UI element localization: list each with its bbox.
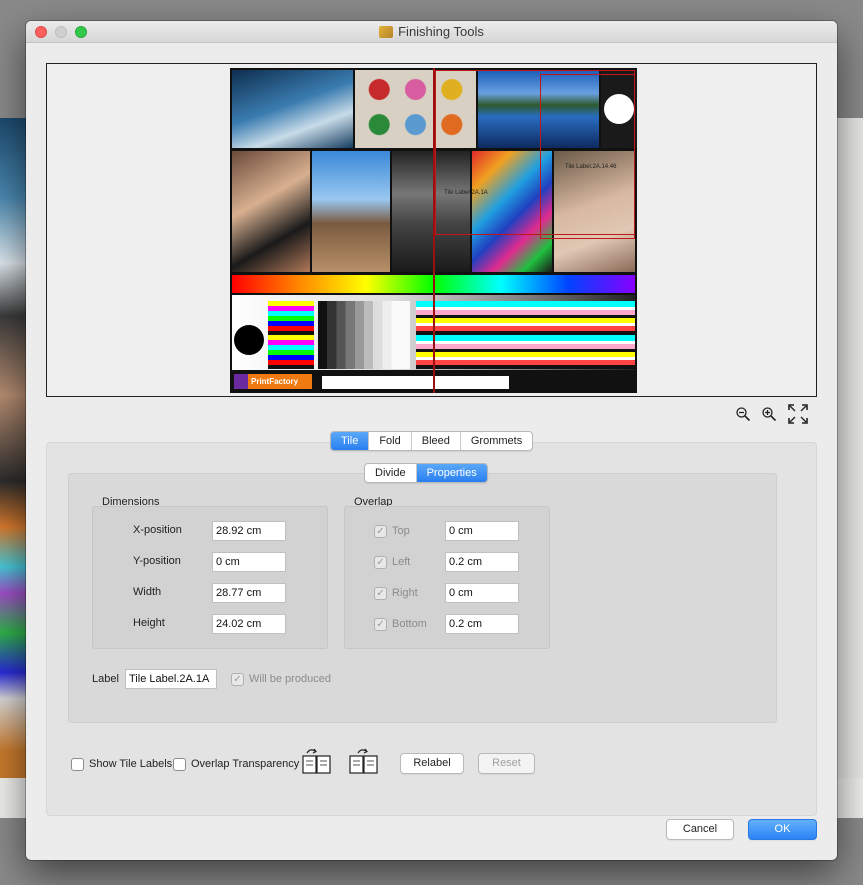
rotate-tiles-right-icon[interactable] [348,748,380,777]
printfactory-logo: PrintFactory [234,374,312,389]
will-be-produced-checkbox[interactable]: ✓ [231,673,244,686]
x-position-label: X-position [133,524,182,536]
overlap-bottom-field[interactable] [445,614,519,634]
reset-button[interactable]: Reset [478,753,535,774]
zoom-out-icon[interactable] [735,406,751,422]
background-thumbnail-strip [0,118,27,778]
print-sheet: PrintFactory Tile Label.2A.1A Tile Label… [230,68,637,393]
tab-divide[interactable]: Divide [365,464,417,482]
overlap-left-checkbox[interactable]: ✓ [374,556,387,569]
overlap-right-label: Right [392,587,418,599]
x-position-field[interactable] [212,521,286,541]
show-tile-labels-checkbox[interactable] [71,758,84,771]
fit-to-window-icon[interactable] [787,403,809,425]
sheet-label-strip [322,376,509,389]
image-shipwreck [312,151,390,272]
overlap-bottom-checkbox[interactable]: ✓ [374,618,387,631]
y-position-label: Y-position [133,555,181,567]
zoom-controls [735,403,809,425]
titlebar: Finishing Tools [26,21,837,43]
window-title: Finishing Tools [398,24,484,39]
overlap-top-checkbox[interactable]: ✓ [374,525,387,538]
image-snow-forest [232,70,353,148]
overlap-right-checkbox[interactable]: ✓ [374,587,387,600]
tab-tile[interactable]: Tile [331,432,370,450]
height-label: Height [133,617,165,629]
overlap-transparency-checkbox[interactable] [173,758,186,771]
cancel-button[interactable]: Cancel [666,819,734,840]
overlap-top-label: Top [392,525,410,537]
gray-step-wedge [318,301,410,369]
tile-label-marker: Tile Label.2A.1A [444,190,488,196]
image-couple [232,151,310,272]
dimensions-group [92,506,328,649]
app-icon [379,26,394,38]
overlap-bottom-label: Bottom [392,618,427,630]
width-field[interactable] [212,583,286,603]
will-be-produced-label: Will be produced [249,673,331,685]
y-position-field[interactable] [212,552,286,572]
tab-properties[interactable]: Properties [416,464,487,482]
overlap-top-field[interactable] [445,521,519,541]
tile-preview[interactable]: PrintFactory Tile Label.2A.1A Tile Label… [46,63,817,397]
tab-fold[interactable]: Fold [369,432,412,450]
overlap-left-field[interactable] [445,552,519,572]
sub-tab-bar: Divide Properties [364,463,488,483]
color-swatch-bars-left [268,301,314,369]
rotate-tiles-left-icon[interactable] [301,748,333,777]
background-right-panel [836,118,863,778]
relabel-button[interactable]: Relabel [400,753,464,774]
overlap-transparency-label: Overlap Transparency [191,758,300,770]
minimize-window-button[interactable] [55,26,67,38]
tab-grommets[interactable]: Grommets [461,432,532,450]
height-field[interactable] [212,614,286,634]
tile-label-marker-secondary: Tile Label.2A.14.46 [565,164,617,170]
main-tab-bar: Tile Fold Bleed Grommets [330,431,534,451]
width-label: Width [133,586,162,598]
maximize-window-button[interactable] [75,26,87,38]
tile-bounds-secondary [540,74,635,239]
registration-mark-black [234,325,264,355]
zoom-in-icon[interactable] [761,406,777,422]
close-window-button[interactable] [35,26,47,38]
tile-label-field[interactable] [125,669,217,689]
color-swatch-bars-right [416,301,635,369]
label-caption: Label [92,673,119,685]
show-tile-labels-label: Show Tile Labels [89,758,173,770]
overlap-right-field[interactable] [445,583,519,603]
ok-button[interactable]: OK [748,819,817,840]
logo-text: PrintFactory [251,377,299,386]
overlap-left-label: Left [392,556,411,568]
finishing-tools-dialog: Finishing Tools PrintFactory Tile Label.… [26,21,837,860]
tab-bleed[interactable]: Bleed [412,432,461,450]
